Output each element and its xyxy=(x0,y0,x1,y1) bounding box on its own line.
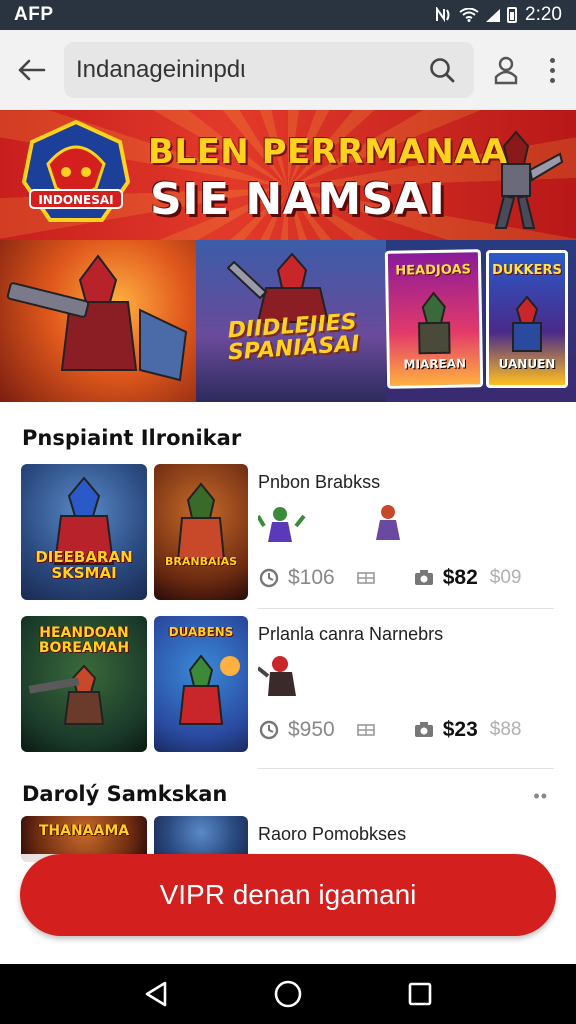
battery-icon xyxy=(507,7,518,23)
list-item[interactable]: DIEEBARAN SKSMAI BRANBAIAS Pnbon Brabkss… xyxy=(0,464,576,608)
search-button[interactable] xyxy=(422,50,462,90)
carrier-label: AFP xyxy=(14,4,54,25)
emblem-logo: INDONESAI xyxy=(21,120,131,222)
robot-character xyxy=(494,130,564,229)
content-area: Pnspiaint Ilronikar DIEEBARAN SKSMAI BRA… xyxy=(0,402,576,862)
thumbnail-label: THANAAMA xyxy=(38,823,130,839)
signal-icon xyxy=(486,9,501,22)
poster-title: DUKKERS xyxy=(492,263,562,278)
game-thumbnail[interactable]: DUABENS xyxy=(154,616,248,752)
nfc-icon xyxy=(436,7,450,23)
hero-title-line-2: SIE NAMSAI xyxy=(150,174,446,225)
cta-container: VIPR denan igamani xyxy=(0,854,576,964)
price-faint: $88 xyxy=(489,719,522,740)
nav-recents-icon xyxy=(408,982,432,1006)
price-faint: $09 xyxy=(489,567,522,588)
screen: AFP 2:20 Indanageininpdι INDONESAI BLEN … xyxy=(0,0,576,1024)
price-row: $106 $82 $09 xyxy=(258,560,554,596)
thumbnail-label: DUABENS xyxy=(168,625,234,639)
price-row: $950 $23 $88 xyxy=(258,712,554,748)
price-bold: $82 xyxy=(442,566,478,589)
url-text[interactable]: Indanageininpdι xyxy=(76,56,422,84)
camera-icon xyxy=(414,570,433,585)
address-bar[interactable]: Indanageininpdι xyxy=(64,42,474,98)
game-thumbnail[interactable]: DIEEBARAN SKSMAI xyxy=(21,464,147,600)
hero-title-line-1: BLEN PERRMANAA xyxy=(148,132,508,172)
back-arrow-icon xyxy=(18,59,46,81)
poster-title: HEADJOAS xyxy=(395,262,472,279)
row-title: Pnbon Brabkss xyxy=(258,472,381,492)
row-title: Prlanla canra Narnebrs xyxy=(258,624,444,644)
more-icon[interactable]: •• xyxy=(533,786,548,807)
nav-recents-button[interactable] xyxy=(398,972,442,1016)
character-sprites xyxy=(258,656,296,696)
hero-banner[interactable]: INDONESAI BLEN PERRMANAA SIE NAMSAI xyxy=(0,110,576,240)
status-bar: AFP 2:20 xyxy=(0,0,576,30)
camera-icon xyxy=(414,722,433,737)
armored-hero-art xyxy=(6,254,188,382)
poster-subtitle: MIAREAN xyxy=(403,356,467,372)
thumbnail-label: BRANBAIAS xyxy=(165,555,237,568)
system-nav-bar xyxy=(0,964,576,1024)
divider xyxy=(258,608,554,609)
nav-home-button[interactable] xyxy=(266,972,310,1016)
game-poster-2[interactable]: DUKKERS UANUEN xyxy=(486,250,568,388)
clock-icon xyxy=(259,720,279,740)
thumbnail-art xyxy=(176,482,226,561)
thumbnail-label: DIEEBARAN SKSMAI xyxy=(35,548,133,582)
cta-button[interactable]: VIPR denan igamani xyxy=(20,854,556,936)
emblem-text: INDONESAI xyxy=(38,193,113,207)
price-bold: $23 xyxy=(442,718,478,741)
profile-icon xyxy=(494,56,518,85)
back-button[interactable] xyxy=(10,48,54,92)
profile-button[interactable] xyxy=(484,48,528,92)
search-icon xyxy=(430,58,455,83)
grid-icon xyxy=(356,572,375,584)
wifi-icon xyxy=(459,8,479,22)
clock-icon xyxy=(259,568,279,588)
nav-home-icon xyxy=(274,980,302,1008)
row-title: Raoro Pomobkses xyxy=(258,824,407,844)
thumbnail-label: HEANDOAN BOREAMAH xyxy=(38,625,130,656)
price-muted: $950 xyxy=(288,718,335,741)
game-thumbnail[interactable]: HEANDOAN BOREAMAH xyxy=(21,616,147,752)
character-sprites xyxy=(258,505,400,542)
price-muted: $106 xyxy=(288,566,335,589)
hero-art-panel-1 xyxy=(0,240,196,402)
clock: 2:20 xyxy=(525,4,562,25)
section-title-2: Darolý Samkskan xyxy=(22,782,228,806)
status-icons xyxy=(435,7,518,23)
nav-back-button[interactable] xyxy=(134,972,178,1016)
nav-back-icon xyxy=(145,981,167,1007)
list-item[interactable]: HEANDOAN BOREAMAH DUABENS Prlanla canra … xyxy=(0,616,576,760)
divider xyxy=(258,768,554,769)
grid-icon xyxy=(356,724,375,736)
game-thumbnail[interactable]: BRANBAIAS xyxy=(154,464,248,600)
game-poster-1[interactable]: HEADJOAS MIAREAN xyxy=(384,249,484,389)
browser-toolbar: Indanageininpdι xyxy=(0,30,576,110)
hero-art-strip[interactable]: DIIDLEJIES SPANIASAI HEADJOAS MIAREAN DU… xyxy=(0,240,576,402)
more-vert-icon[interactable] xyxy=(538,48,566,92)
status-right: 2:20 xyxy=(435,4,562,26)
poster-subtitle: UANUEN xyxy=(498,357,556,371)
section-title-1: Pnspiaint Ilronikar xyxy=(22,426,242,450)
